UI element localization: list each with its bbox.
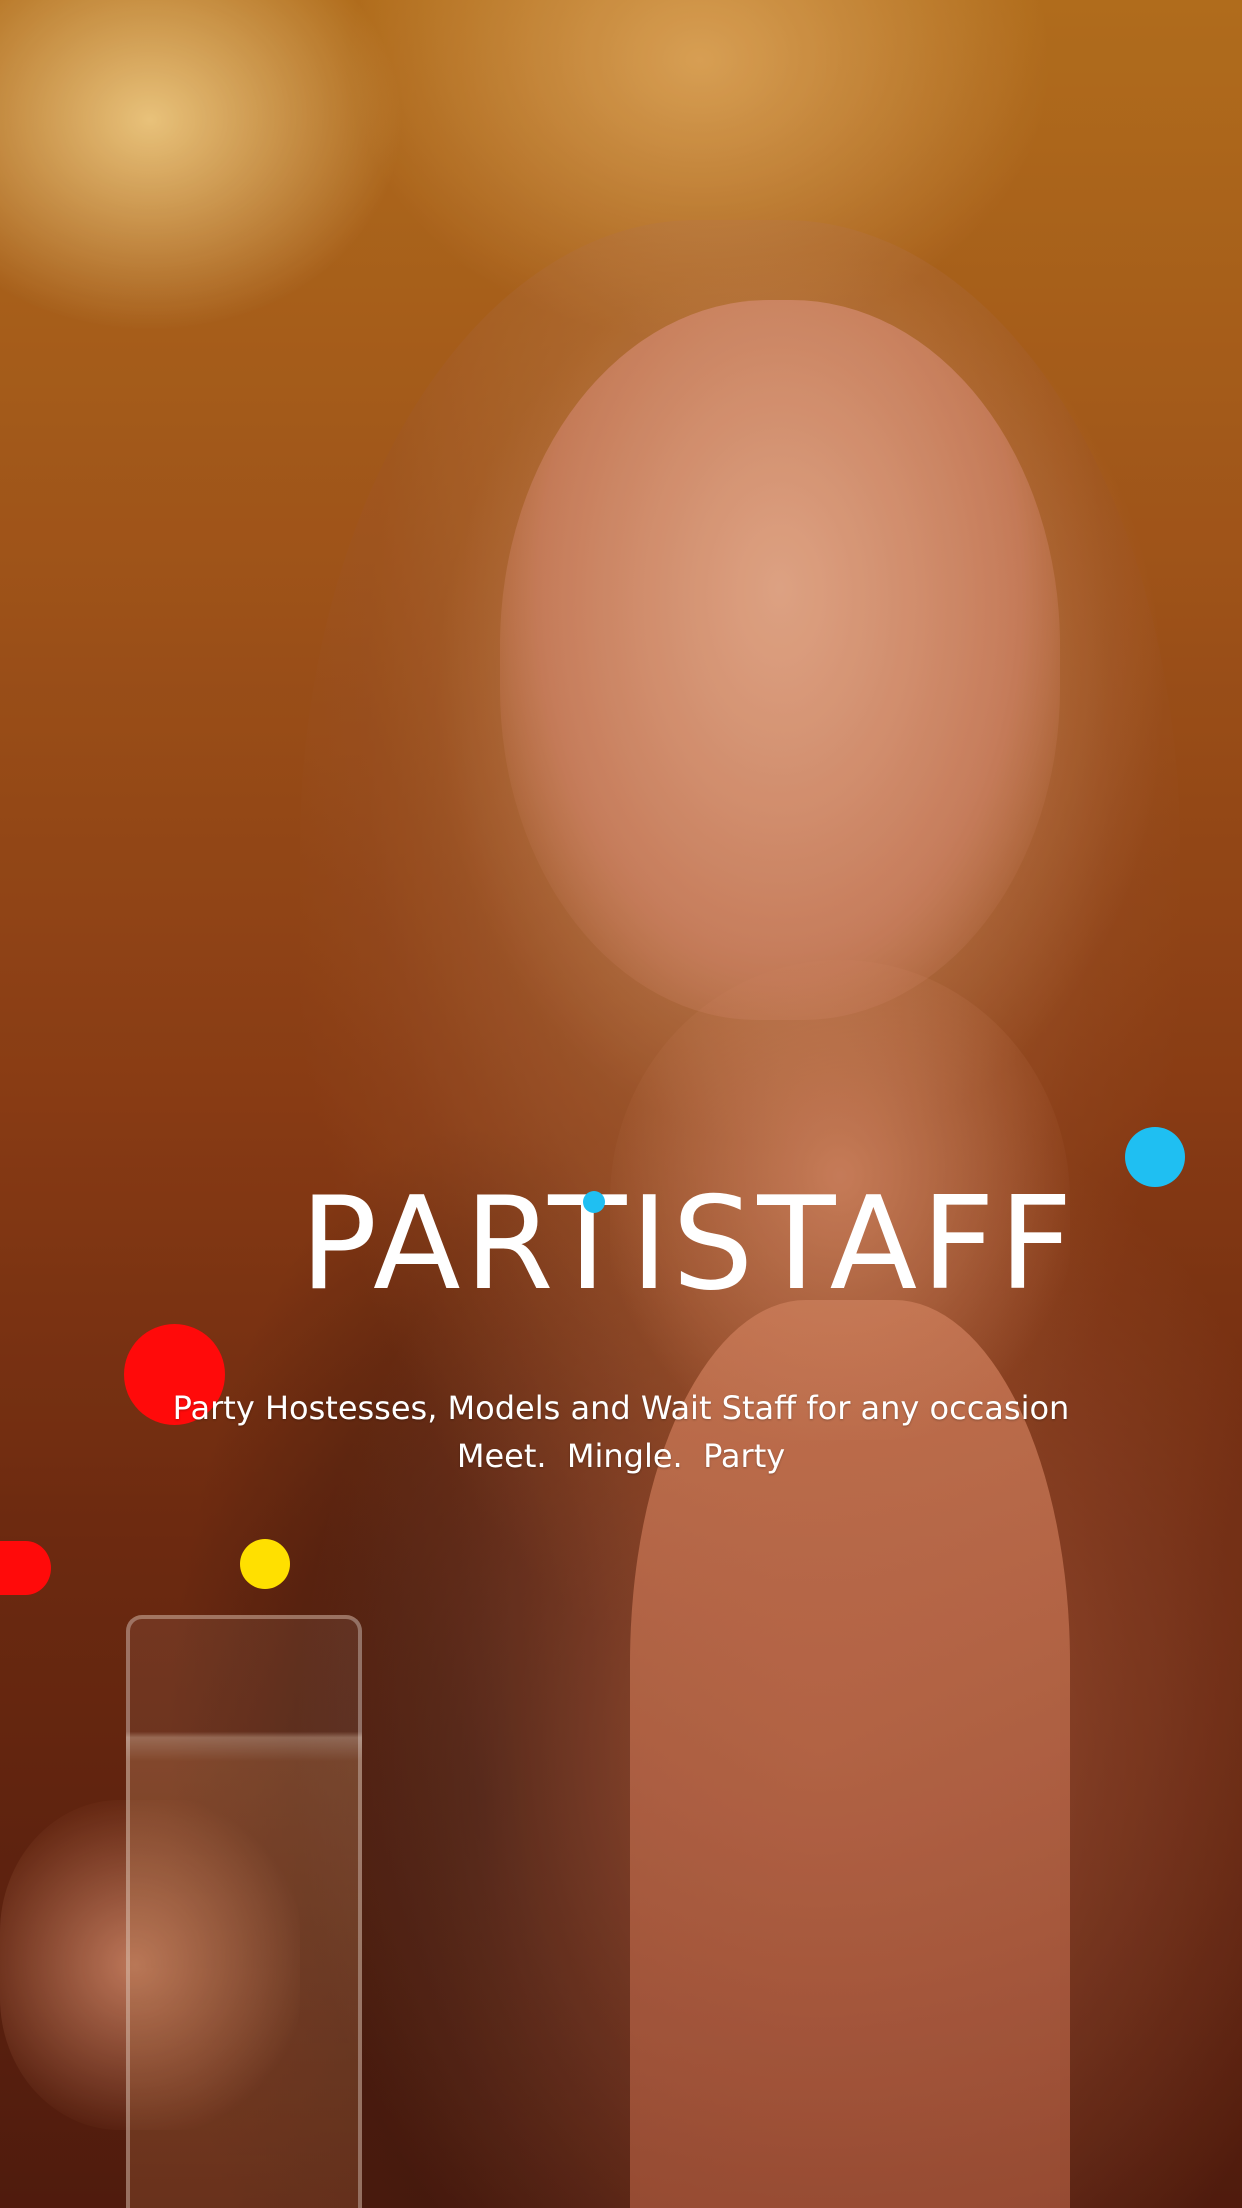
tagline: Party Hostesses, Models and Wait Staff f… [172,1389,1070,1427]
motto: Meet. Mingle. Party [456,1437,786,1475]
decorative-dot-blue [1125,1127,1185,1187]
logo-dot-accent [583,1191,605,1213]
brand-logo: PARTISTAFF [300,1170,1077,1319]
decorative-dot-yellow [240,1539,290,1589]
decorative-dot-red-small [0,1541,51,1595]
splash-screen: PARTISTAFF Party Hostesses, Models and W… [0,0,1242,2208]
